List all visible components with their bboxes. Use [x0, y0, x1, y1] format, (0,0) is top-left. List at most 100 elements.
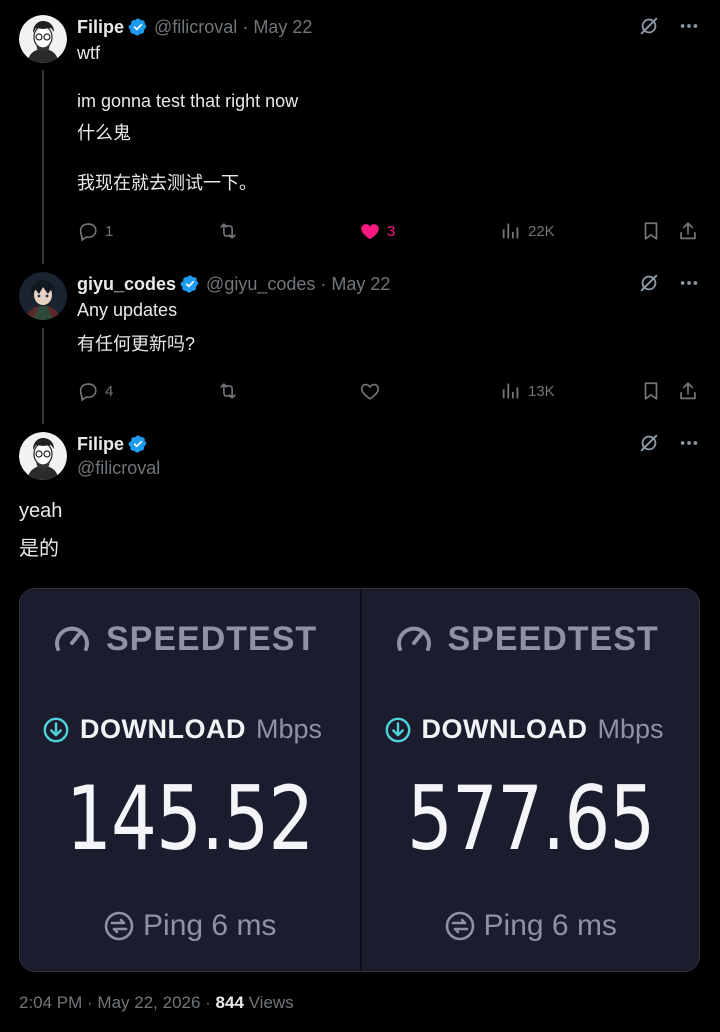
main-tweet-text: yeah 是的 [19, 492, 62, 568]
ping-value: Ping 6 ms [143, 909, 277, 942]
avatar-filipe[interactable] [19, 15, 67, 63]
separator-dot: · [320, 273, 327, 294]
bookmark-icon [640, 220, 662, 242]
more-icon[interactable] [678, 272, 700, 294]
tweet-actions: 1 3 22K [77, 220, 702, 244]
author-name[interactable]: Filipe [77, 17, 124, 38]
reply-button[interactable]: 1 [77, 220, 113, 242]
share-button[interactable] [677, 380, 699, 402]
ping-icon [444, 910, 476, 942]
repost-button[interactable] [217, 380, 239, 402]
views-label: Views [243, 993, 294, 1012]
tweet-text: Any updates 有任何更新吗? [77, 298, 195, 356]
reply-count: 4 [105, 382, 114, 400]
tweet-timestamp[interactable]: 2:04 PM · May 22, 2026 · [19, 993, 216, 1012]
tweet-line: 是的 [19, 538, 59, 560]
tweet-line: 有任何更新吗? [77, 334, 196, 354]
author-name[interactable]: Filipe [77, 434, 124, 455]
tweet-header: giyu_codes @giyu_codes · May 22 [77, 272, 390, 296]
tweet-line: Any updates [77, 300, 178, 320]
main-tweet-handle-row: @filicroval [77, 456, 160, 480]
views-button[interactable]: 22K [500, 220, 555, 242]
avatar-filipe[interactable] [19, 432, 67, 480]
speedtest-brand: SPEEDTEST [447, 619, 659, 658]
reply-icon [77, 380, 99, 402]
grok-icon[interactable] [638, 15, 660, 37]
download-speed-value: 145.52 [65, 767, 314, 870]
more-icon[interactable] [678, 15, 700, 37]
reply-count: 1 [105, 222, 114, 240]
tweet-giyu-reply[interactable]: giyu_codes @giyu_codes · May 22 Any upda… [0, 262, 720, 422]
repost-button[interactable] [217, 220, 239, 242]
bookmark-button[interactable] [640, 380, 662, 402]
tweet-top-actions [638, 272, 700, 294]
speedometer-icon [52, 619, 92, 659]
like-icon [359, 380, 381, 402]
download-arrow-icon [42, 716, 70, 744]
ping-row: Ping 6 ms [362, 909, 700, 943]
media-grid[interactable]: SPEEDTEST DOWNLOAD Mbps 145.52 Ping 6 ms… [19, 588, 700, 972]
share-icon [677, 380, 699, 402]
tweet-top-actions [638, 432, 700, 454]
speedtest-image-1[interactable]: SPEEDTEST DOWNLOAD Mbps 145.52 Ping 6 ms [20, 589, 360, 971]
download-unit: Mbps [597, 714, 664, 744]
tweet-meta: 2:04 PM · May 22, 2026 · 844 Views [19, 993, 294, 1013]
tweet-line: 我现在就去测试一下。 [77, 173, 257, 193]
ping-icon [103, 910, 135, 942]
ping-value: Ping 6 ms [483, 909, 617, 942]
views-count: 22K [528, 222, 555, 240]
speedtest-logo: SPEEDTEST [394, 619, 659, 659]
repost-icon [217, 380, 239, 402]
tweet-filipe-reply[interactable]: Filipe @filicroval · May 22 wtf im gonna… [0, 0, 720, 262]
verified-icon [128, 434, 148, 454]
reply-icon [77, 220, 99, 242]
tweet-date[interactable]: May 22 [331, 274, 390, 295]
bookmark-button[interactable] [640, 220, 662, 242]
speedtest-logo: SPEEDTEST [52, 619, 317, 659]
tweet-top-actions [638, 15, 700, 37]
views-button[interactable]: 13K [500, 380, 555, 402]
like-button[interactable] [359, 380, 381, 402]
verified-icon [128, 17, 148, 37]
grok-icon[interactable] [638, 432, 660, 454]
like-icon [359, 220, 381, 242]
author-handle[interactable]: @filicroval [77, 458, 160, 479]
verified-icon [180, 274, 200, 294]
download-unit: Mbps [255, 714, 323, 744]
author-handle[interactable]: @filicroval [154, 17, 237, 38]
tweet-actions: 4 13K [77, 380, 702, 404]
like-count: 3 [387, 222, 396, 240]
views-icon [500, 220, 522, 242]
tweet-header: Filipe @filicroval · May 22 [77, 15, 312, 39]
tweet-line: wtf [77, 43, 101, 63]
share-button[interactable] [677, 220, 699, 242]
repost-icon [217, 220, 239, 242]
tweet-line: 什么鬼 [77, 123, 131, 143]
views-icon [500, 380, 522, 402]
main-tweet-name-row: Filipe [77, 432, 154, 456]
download-arrow-icon [384, 716, 412, 744]
bookmark-icon [640, 380, 662, 402]
grok-icon[interactable] [638, 272, 660, 294]
separator-dot: · [242, 16, 249, 37]
tweet-text: wtf im gonna test that right now 什么鬼 我现在… [77, 41, 298, 195]
author-handle[interactable]: @giyu_codes [206, 274, 315, 295]
views-count: 13K [528, 382, 555, 400]
speedtest-image-2[interactable]: SPEEDTEST DOWNLOAD Mbps 577.65 Ping 6 ms [359, 589, 700, 971]
download-label-row: DOWNLOAD Mbps [42, 714, 322, 745]
download-label: DOWNLOAD [421, 714, 588, 744]
ping-row: Ping 6 ms [20, 909, 360, 943]
download-label-row: DOWNLOAD Mbps [384, 714, 664, 745]
avatar-giyu[interactable] [19, 272, 67, 320]
download-speed-value: 577.65 [406, 767, 655, 870]
like-button[interactable]: 3 [359, 220, 395, 242]
more-icon[interactable] [678, 432, 700, 454]
author-name[interactable]: giyu_codes [77, 274, 176, 295]
tweet-line: yeah [19, 500, 63, 522]
tweet-line: im gonna test that right now [77, 91, 299, 111]
reply-button[interactable]: 4 [77, 380, 113, 402]
download-label: DOWNLOAD [80, 714, 246, 744]
tweet-date[interactable]: May 22 [253, 17, 312, 38]
